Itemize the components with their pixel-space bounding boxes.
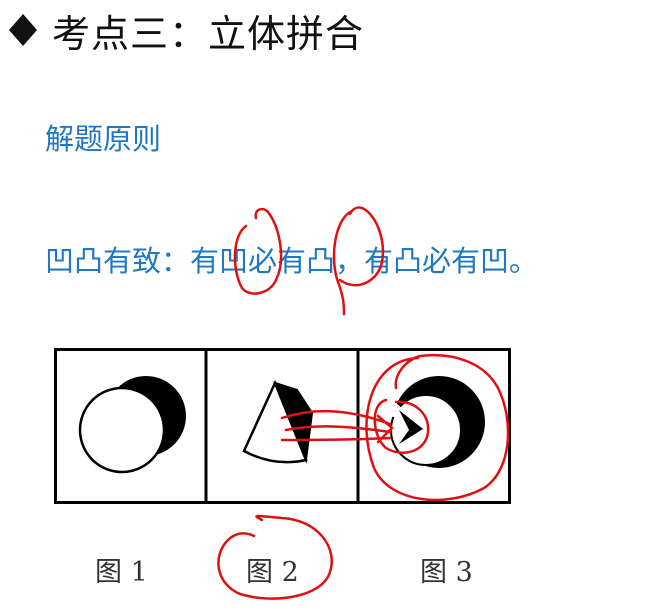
caption-figure-1: 图 1	[95, 557, 148, 588]
section-label: 解题原则	[45, 122, 162, 156]
figure-3-shape	[386, 376, 485, 468]
figure-panels	[54, 348, 511, 504]
title-row: 考点三：立体拼合	[8, 2, 364, 58]
black-diamond-icon	[9, 14, 37, 46]
page-title: 考点三：立体拼合	[52, 11, 365, 56]
principle-text: 凹凸有致：有凹必有凸，有凸必有凹。	[45, 244, 539, 278]
caption-figure-3: 图 3	[420, 557, 473, 588]
red-annotations	[217, 206, 510, 600]
figure-1-shape	[78, 376, 186, 474]
figure-2-shape	[242, 379, 314, 464]
caption-figure-2: 图 2	[246, 557, 299, 588]
